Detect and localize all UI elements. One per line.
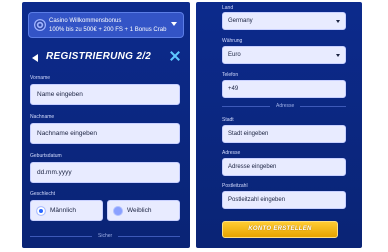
first-name-label: Vorname bbox=[30, 75, 51, 81]
divider-label: Adresse bbox=[276, 103, 295, 109]
address-panel: Land Germany Währung Euro Telefon +49 Ad… bbox=[196, 2, 362, 248]
currency-select[interactable]: Euro bbox=[222, 46, 346, 64]
phone-input[interactable]: +49 bbox=[222, 80, 346, 98]
gender-option-female[interactable]: Weiblich bbox=[107, 200, 180, 221]
last-name-input[interactable]: Nachname eingeben bbox=[30, 123, 180, 144]
welcome-bonus-dropdown[interactable]: Casino Willkommensbonus 100% bis zu 500€… bbox=[28, 12, 184, 38]
page-title: REGISTRIERUNG 2/2 bbox=[46, 51, 152, 62]
birthdate-label: Geburtsdatum bbox=[30, 153, 62, 159]
first-name-input[interactable]: Name eingeben bbox=[30, 84, 180, 105]
gender-option-male[interactable]: Männlich bbox=[30, 200, 103, 221]
chevron-down-icon bbox=[171, 22, 177, 26]
chevron-down-icon bbox=[336, 20, 340, 23]
bonus-title: Casino Willkommensbonus bbox=[49, 18, 122, 24]
registration-step-panel: Casino Willkommensbonus 100% bis zu 500€… bbox=[22, 2, 190, 248]
bonus-text: 100% bis zu 500€ + 200 FS + 1 Bonus Crab bbox=[49, 27, 167, 33]
back-arrow-icon[interactable] bbox=[32, 54, 38, 62]
postal-label: Postleitzahl bbox=[222, 183, 248, 189]
chevron-down-icon bbox=[336, 54, 340, 57]
create-account-button[interactable]: KONTO ERSTELLEN bbox=[222, 221, 338, 238]
postal-input[interactable]: Postleitzahl eingeben bbox=[222, 191, 346, 209]
casino-chip-icon bbox=[34, 19, 46, 31]
close-icon[interactable] bbox=[169, 50, 181, 62]
currency-label: Währung bbox=[222, 38, 243, 44]
address-input[interactable]: Adresse eingeben bbox=[222, 158, 346, 176]
radio-unchecked-icon bbox=[113, 206, 123, 216]
address-label: Adresse bbox=[222, 150, 241, 156]
city-label: Stadt bbox=[222, 117, 234, 123]
country-value: Germany bbox=[228, 18, 253, 24]
birthdate-input[interactable]: dd.mm.yyyy bbox=[30, 162, 180, 183]
currency-value: Euro bbox=[228, 52, 241, 58]
gender-option-label: Männlich bbox=[50, 207, 77, 214]
gender-option-label: Weiblich bbox=[127, 207, 152, 214]
country-select[interactable]: Germany bbox=[222, 12, 346, 30]
divider-label: Sicher bbox=[98, 233, 113, 239]
last-name-label: Nachname bbox=[30, 114, 55, 120]
phone-label: Telefon bbox=[222, 72, 239, 78]
section-divider: Sicher bbox=[30, 233, 180, 239]
gender-label: Geschlecht bbox=[30, 191, 56, 197]
page: Casino Willkommensbonus 100% bis zu 500€… bbox=[0, 0, 388, 252]
country-label: Land bbox=[222, 5, 234, 11]
radio-checked-icon bbox=[36, 206, 46, 216]
section-divider: Adresse bbox=[222, 103, 346, 109]
city-input[interactable]: Stadt eingeben bbox=[222, 125, 346, 143]
